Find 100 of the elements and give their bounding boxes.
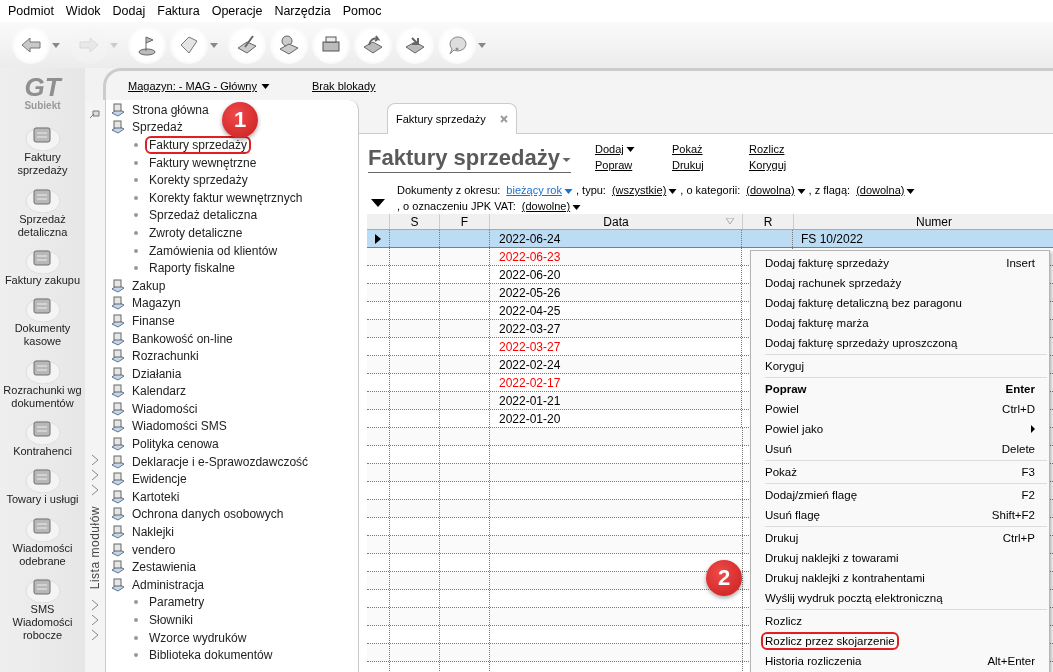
menu-item[interactable]: Operacje	[205, 4, 269, 18]
chevron-right-icon[interactable]	[91, 484, 99, 496]
tree-item[interactable]: vendero	[130, 542, 178, 557]
menu-item[interactable]: Usuń Delete	[751, 439, 1049, 459]
tree-item[interactable]: Zamówienia od klientów	[147, 243, 280, 258]
menu-item[interactable]: Dodaj/zmień flagę F2	[751, 485, 1049, 505]
collapse-icon[interactable]	[371, 199, 385, 207]
tree-item[interactable]: Działania	[130, 366, 184, 381]
caret-icon[interactable]	[210, 42, 218, 48]
tree-item[interactable]: Sprzedaż detaliczna	[147, 208, 260, 223]
tree-item[interactable]: Kalendarz	[130, 384, 189, 399]
tree-item[interactable]: Faktury wewnętrzne	[147, 155, 259, 170]
tree-item[interactable]: Wiadomości SMS	[130, 419, 229, 434]
tree-item[interactable]: Zakup	[130, 278, 168, 293]
caret-icon[interactable]	[52, 42, 60, 48]
module-button[interactable]: Rozrachunki wg dokumentów	[0, 353, 85, 410]
tree-item[interactable]: Parametry	[147, 595, 207, 610]
tree-item[interactable]: Sprzedaż	[130, 120, 185, 135]
toolbar-button[interactable]	[270, 26, 308, 64]
warehouse-dropdown[interactable]: Magazyn: - MAG - Główny	[128, 80, 270, 98]
column-header[interactable]: S	[390, 214, 440, 229]
toolbar-button[interactable]	[128, 26, 166, 64]
pin-icon[interactable]	[88, 108, 102, 120]
close-icon[interactable]	[499, 115, 508, 123]
tree-item[interactable]: Wiadomości	[130, 401, 200, 416]
module-button[interactable]: Dokumenty kasowe	[0, 292, 85, 349]
table-row[interactable]: 2022-06-24 FS 10/2022	[367, 230, 1053, 248]
toolbar-button[interactable]	[228, 26, 266, 64]
module-button[interactable]: Faktury sprzedaży	[0, 121, 85, 178]
chevron-right-icon[interactable]	[91, 454, 99, 466]
page-title[interactable]: Faktury sprzedaży	[368, 145, 571, 173]
column-header[interactable]: R	[743, 214, 794, 229]
tree-item[interactable]: Korekty sprzedaży	[147, 173, 250, 188]
toolbar-button[interactable]	[170, 26, 208, 64]
tree-item[interactable]: Rozrachunki	[130, 349, 201, 364]
lock-link[interactable]: Brak blokady	[312, 80, 376, 98]
tree-item[interactable]: Administracja	[130, 577, 207, 592]
menu-item[interactable]: Rozlicz przez skojarzenie	[751, 631, 1049, 651]
toolbar-button[interactable]	[312, 26, 350, 64]
tree-item[interactable]: Wzorce wydruków	[147, 630, 249, 645]
menu-item[interactable]: Pomoc	[336, 4, 388, 18]
chevron-right-icon[interactable]	[91, 469, 99, 481]
menu-item[interactable]: Drukuj naklejki z kontrahentami	[751, 568, 1049, 588]
tree-item[interactable]: Ochrona danych osobowych	[130, 507, 286, 522]
tree-item[interactable]: Słowniki	[147, 613, 195, 627]
menu-item[interactable]: Faktura	[151, 4, 206, 18]
toolbar-button[interactable]	[12, 26, 50, 64]
tree-item[interactable]: Zestawienia	[130, 560, 199, 575]
chevron-right-icon[interactable]	[91, 599, 99, 612]
tree-item[interactable]: Naklejki	[130, 525, 176, 540]
tree-item[interactable]: Raporty fiskalne	[147, 261, 238, 276]
tree-item[interactable]: Kartoteki	[130, 489, 182, 504]
menu-item[interactable]: Rozlicz	[751, 611, 1049, 631]
toolbar-button[interactable]	[396, 26, 434, 64]
tree-item[interactable]: Ewidencje	[130, 472, 189, 487]
menu-item[interactable]: Usuń flagę Shift+F2	[751, 505, 1049, 525]
menu-item[interactable]: Narzędzia	[268, 4, 337, 18]
menu-item[interactable]: Widok	[59, 4, 107, 18]
tree-item[interactable]: Finanse	[130, 313, 177, 328]
menu-item[interactable]: Wyślij wydruk pocztą elektroniczną	[751, 588, 1049, 608]
tree-item[interactable]: Biblioteka dokumentów	[147, 648, 275, 663]
module-button[interactable]: Kontrahenci	[0, 414, 85, 458]
action-link[interactable]: Popraw	[594, 158, 672, 173]
filter-dropdown[interactable]: (dowolna)	[856, 184, 916, 196]
caret-icon[interactable]	[478, 42, 486, 48]
action-link[interactable]: Dodaj	[594, 142, 672, 157]
module-button[interactable]: Faktury zakupu	[0, 244, 85, 287]
filter-dropdown[interactable]: (dowolne)	[521, 200, 582, 212]
menu-item[interactable]: Drukuj Ctrl+P	[751, 528, 1049, 548]
tree-item[interactable]: Korekty faktur wewnętrznych	[147, 190, 305, 205]
module-button[interactable]: Wiadomości odebrane	[0, 511, 85, 568]
filter-dropdown[interactable]: (dowolna)	[746, 184, 806, 196]
module-button[interactable]: Towary i usługi	[0, 463, 85, 507]
column-header[interactable]: F	[440, 214, 490, 229]
tree-item[interactable]: Magazyn	[130, 296, 183, 311]
module-button[interactable]: SMS Wiadomości robocze	[0, 572, 85, 642]
tree-item[interactable]: Deklaracje i e-Sprawozdawczość	[130, 454, 311, 469]
filter-dropdown[interactable]: bieżący rok	[506, 184, 573, 196]
menu-item[interactable]: Podmiot	[2, 4, 60, 18]
action-link[interactable]: Rozlicz	[748, 142, 826, 157]
tree-item[interactable]: Zwroty detaliczne	[147, 225, 245, 240]
column-header[interactable]: Data	[490, 214, 743, 229]
module-button[interactable]: Sprzedaż detaliczna	[0, 182, 85, 239]
filter-dropdown[interactable]: (wszystkie)	[611, 184, 678, 196]
tree-item[interactable]: Faktury sprzedaży	[147, 138, 250, 152]
menu-item[interactable]: Koryguj	[751, 356, 1049, 376]
document-tab[interactable]: Faktury sprzedaży	[387, 103, 517, 134]
menu-item[interactable]: Dodaj	[106, 4, 152, 18]
tree-item[interactable]: Polityka cenowa	[130, 437, 221, 452]
menu-item[interactable]: Drukuj naklejki z towarami	[751, 548, 1049, 568]
action-link[interactable]: Drukuj	[671, 158, 749, 173]
tree-item[interactable]: Bankowość on-line	[130, 331, 235, 346]
action-link[interactable]: Koryguj	[748, 158, 826, 173]
column-header[interactable]: Numer	[794, 214, 1053, 229]
chevron-right-icon[interactable]	[91, 629, 99, 642]
toolbar-button[interactable]	[354, 26, 392, 64]
toolbar-button[interactable]	[438, 26, 476, 64]
menu-item[interactable]: Historia rozliczenia Alt+Enter	[751, 651, 1049, 671]
tree-item[interactable]: Strona główna	[130, 102, 211, 117]
action-link[interactable]: Pokaż	[671, 142, 749, 157]
